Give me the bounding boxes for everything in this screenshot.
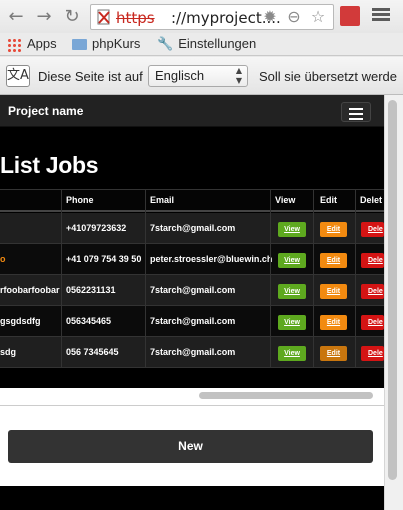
navbar-toggle-button[interactable]	[341, 102, 371, 122]
edit-button[interactable]: Edit	[320, 346, 347, 361]
table-row: +41079723632 7starch@gmail.com View Edit…	[0, 213, 384, 244]
delete-button[interactable]: Dele	[361, 253, 384, 268]
cell-email: peter.stroessler@bluewin.ch	[150, 254, 272, 264]
cell-phone: 056 7345645	[66, 347, 119, 357]
cell-email: 7starch@gmail.com	[150, 223, 236, 233]
translate-question: Soll sie übersetzt werde	[259, 69, 398, 84]
apps-grid-icon	[7, 37, 21, 52]
language-select[interactable]: Englisch ▲ ▼	[148, 65, 248, 87]
view-button[interactable]: View	[278, 315, 306, 330]
cell-name: gsgdsdfg	[0, 316, 41, 326]
cell-phone: 0562231131	[66, 285, 116, 295]
bookmark-folder-label: phpKurs	[92, 36, 141, 51]
extension-icon[interactable]	[340, 6, 360, 26]
divider	[0, 405, 384, 406]
language-select-value: Englisch	[155, 68, 205, 83]
bookmark-star-icon[interactable]: ☆	[309, 8, 327, 26]
translate-prefix: Diese Seite ist auf	[38, 69, 143, 84]
navbar: Project name	[0, 95, 384, 127]
forward-arrow-icon[interactable]: →	[34, 7, 54, 27]
header-email: Email	[150, 195, 175, 205]
edit-button[interactable]: Edit	[320, 315, 347, 330]
horizontal-scrollbar[interactable]	[199, 392, 373, 399]
delete-button[interactable]: Dele	[361, 284, 384, 299]
delete-button[interactable]: Dele	[361, 315, 384, 330]
header-delete: Delet	[360, 195, 383, 205]
edit-button[interactable]: Edit	[320, 284, 347, 299]
cell-name: sdg	[0, 347, 17, 357]
header-view: View	[275, 195, 296, 205]
insecure-page-icon	[97, 9, 110, 25]
column-divider	[270, 189, 271, 368]
browser-toolbar: ← → ↻ https ://myproject.... ✹ ⊖ ☆	[0, 0, 403, 33]
edit-button[interactable]: Edit	[320, 222, 347, 237]
page-title: List Jobs	[0, 152, 99, 178]
vertical-scrollbar[interactable]	[388, 100, 397, 480]
vertical-scrollbar-track	[384, 95, 403, 510]
cell-name: o	[0, 254, 6, 264]
column-divider	[313, 189, 314, 368]
back-arrow-icon[interactable]: ←	[6, 7, 26, 27]
cell-phone: 056345465	[66, 316, 112, 326]
cell-phone: +41079723632	[66, 223, 127, 233]
column-divider	[61, 189, 62, 368]
bookmark-apps-label: Apps	[27, 36, 57, 51]
view-button[interactable]: View	[278, 253, 306, 268]
delete-button[interactable]: Dele	[361, 222, 384, 237]
table-row: sdg 056 7345645 7starch@gmail.com View E…	[0, 337, 384, 368]
zoom-icon[interactable]: ⊖	[285, 8, 303, 26]
header-edit: Edit	[320, 195, 337, 205]
bookmark-folder[interactable]: phpKurs	[72, 36, 140, 52]
address-bar[interactable]: https ://myproject.... ✹ ⊖ ☆	[90, 4, 334, 30]
browser-window: ← → ↻ https ://myproject.... ✹ ⊖ ☆ Apps …	[0, 0, 403, 510]
column-divider	[145, 189, 146, 368]
wrench-icon: 🔧	[157, 36, 174, 52]
web-page: Project name List Jobs Phone Email View …	[0, 95, 384, 510]
view-button[interactable]: View	[278, 222, 306, 237]
table-header: Phone Email View Edit Delet	[0, 189, 384, 212]
new-job-button[interactable]: New	[8, 430, 373, 463]
cell-phone: +41 079 754 39 50	[66, 254, 142, 264]
header-phone: Phone	[66, 195, 94, 205]
cell-email: 7starch@gmail.com	[150, 316, 236, 326]
cell-email: 7starch@gmail.com	[150, 347, 236, 357]
delete-button[interactable]: Dele	[361, 346, 384, 361]
browser-menu-icon[interactable]	[372, 6, 390, 24]
settings-gear-icon[interactable]: ✹	[261, 8, 279, 26]
translate-icon: 文A	[6, 65, 30, 87]
view-button[interactable]: View	[278, 284, 306, 299]
table-row: rfoobarfoobar 0562231131 7starch@gmail.c…	[0, 275, 384, 306]
bookmark-settings[interactable]: 🔧 Einstellungen	[157, 36, 256, 52]
folder-icon	[72, 39, 87, 51]
column-divider	[355, 189, 356, 368]
table-row: gsgdsdfg 056345465 7starch@gmail.com Vie…	[0, 306, 384, 337]
navbar-brand[interactable]: Project name	[8, 104, 83, 118]
table-row: o +41 079 754 39 50 peter.stroessler@blu…	[0, 244, 384, 275]
select-arrows-icon: ▲ ▼	[235, 66, 242, 85]
edit-button[interactable]: Edit	[320, 253, 347, 268]
bookmarks-bar: Apps phpKurs 🔧 Einstellungen	[0, 33, 403, 56]
bookmark-settings-label: Einstellungen	[178, 36, 257, 51]
cell-email: 7starch@gmail.com	[150, 285, 236, 295]
view-button[interactable]: View	[278, 346, 306, 361]
cell-name: rfoobarfoobar	[0, 285, 60, 295]
reload-icon[interactable]: ↻	[62, 7, 82, 27]
url-scheme: https	[116, 9, 155, 27]
bookmark-apps[interactable]: Apps	[7, 36, 57, 52]
translate-bar: 文A Diese Seite ist auf Englisch ▲ ▼ Soll …	[0, 57, 403, 95]
